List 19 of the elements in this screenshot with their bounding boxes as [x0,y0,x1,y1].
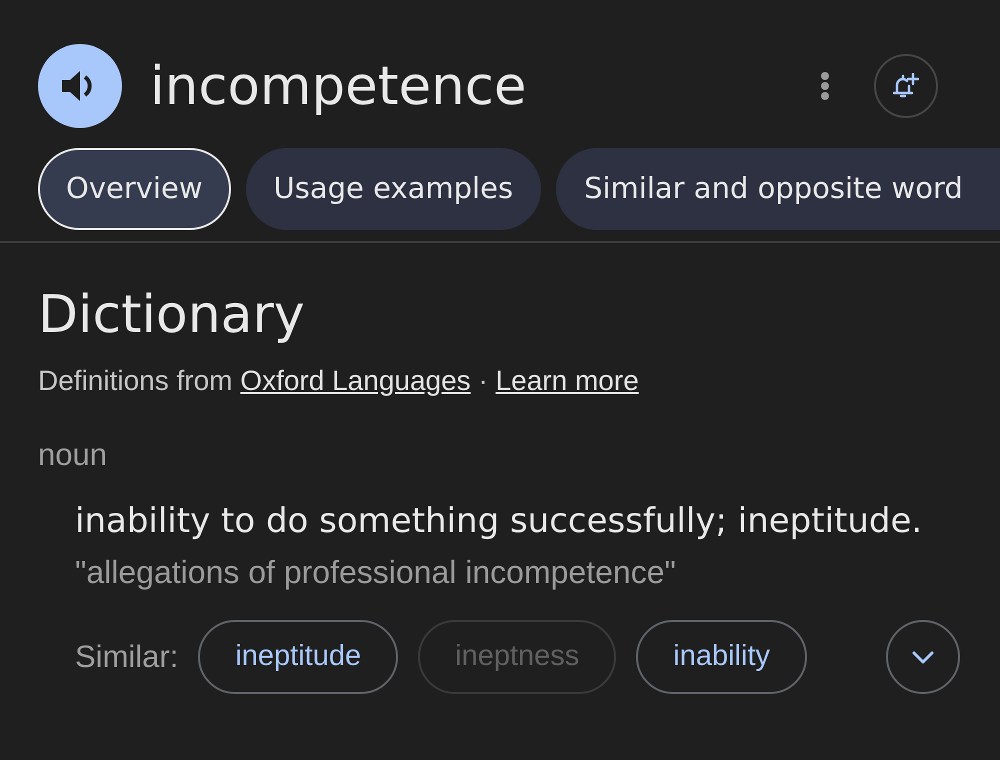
bell-plus-icon [893,73,919,99]
similar-word-chip[interactable]: inability [636,620,807,694]
learn-more-link[interactable]: Learn more [496,365,639,396]
example-sentence: "allegations of professional incompetence" [75,556,677,588]
tab[interactable]: Similar and opposite word [556,148,1000,230]
bell-add-button[interactable] [874,54,938,118]
similar-label: Similar: [75,638,178,676]
part-of-speech: noun [38,439,108,470]
tab[interactable]: Usage examples [246,148,542,230]
similar-word-chip[interactable]: ineptitude [198,620,398,694]
expand-button[interactable] [886,620,960,694]
tab[interactable]: Overview [38,148,231,230]
word-title: incompetence [150,60,526,112]
section-heading: Dictionary [38,289,306,341]
more-vertical-icon [820,71,830,101]
source-line: Definitions from Oxford Languages · Learn more [38,367,640,395]
chevron-down-icon [912,650,934,664]
definition-text: inability to do something successfully; ineptitude. [75,504,924,538]
source-link[interactable]: Oxford Languages [240,365,471,396]
